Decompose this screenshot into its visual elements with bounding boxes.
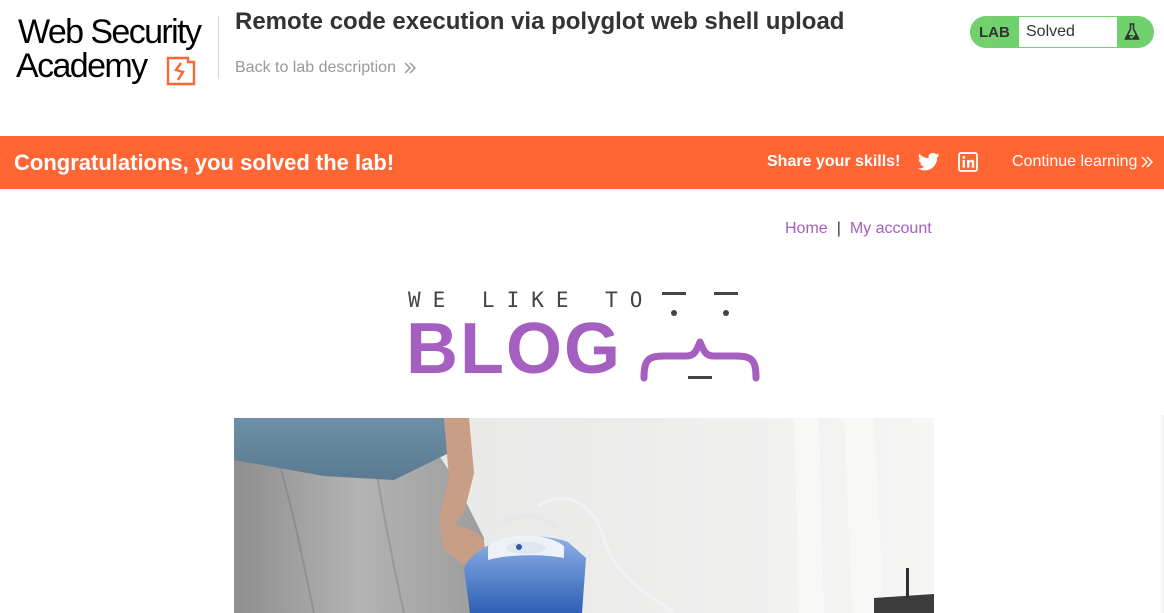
page-scroll-edge xyxy=(1160,415,1164,613)
academy-header: Web Security Academy Remote code executi… xyxy=(0,0,1164,136)
linkedin-icon xyxy=(958,152,978,172)
my-account-link[interactable]: My account xyxy=(850,220,932,237)
logo-text-line1: Web Security xyxy=(18,13,202,51)
double-chevron-right-icon xyxy=(1141,155,1154,169)
congratulations-message: Congratulations, you solved the lab! xyxy=(14,150,395,175)
double-chevron-right-icon xyxy=(404,61,416,75)
blog-banner-logo: WE LIKE TO BLOG xyxy=(406,288,762,389)
blog-top-nav: Home | My account xyxy=(785,219,932,239)
twitter-share-link[interactable] xyxy=(917,152,940,172)
nav-separator: | xyxy=(836,220,841,237)
share-skills-label: Share your skills! xyxy=(767,153,901,170)
web-security-academy-logo[interactable]: Web Security Academy xyxy=(16,14,216,86)
continue-learning-label: Continue learning xyxy=(1012,153,1138,170)
flask-solved-icon xyxy=(1124,23,1140,40)
lab-tag: LAB xyxy=(979,24,1010,41)
blog-title-word: BLOG xyxy=(406,309,622,389)
curly-brace-face-icon xyxy=(640,292,760,382)
lab-status-widget: LAB Solved xyxy=(970,16,1154,48)
continue-learning-link[interactable]: Continue learning xyxy=(1012,152,1154,172)
lab-solved-banner: Congratulations, you solved the lab! Sha… xyxy=(0,136,1164,189)
lab-status-value: Solved xyxy=(1019,17,1117,47)
academy-logo-mark-icon xyxy=(166,56,196,86)
header-divider xyxy=(218,16,219,79)
ironing-photo-illustration xyxy=(234,418,934,613)
back-to-lab-description-link[interactable]: Back to lab description xyxy=(235,58,416,78)
logo-text-line2: Academy xyxy=(16,47,148,85)
blog-post-image[interactable] xyxy=(234,418,934,613)
twitter-icon xyxy=(917,152,940,171)
back-link-label: Back to lab description xyxy=(235,59,396,76)
lab-title: Remote code execution via polyglot web s… xyxy=(235,8,845,35)
linkedin-share-link[interactable] xyxy=(958,152,978,172)
home-link[interactable]: Home xyxy=(785,220,828,237)
